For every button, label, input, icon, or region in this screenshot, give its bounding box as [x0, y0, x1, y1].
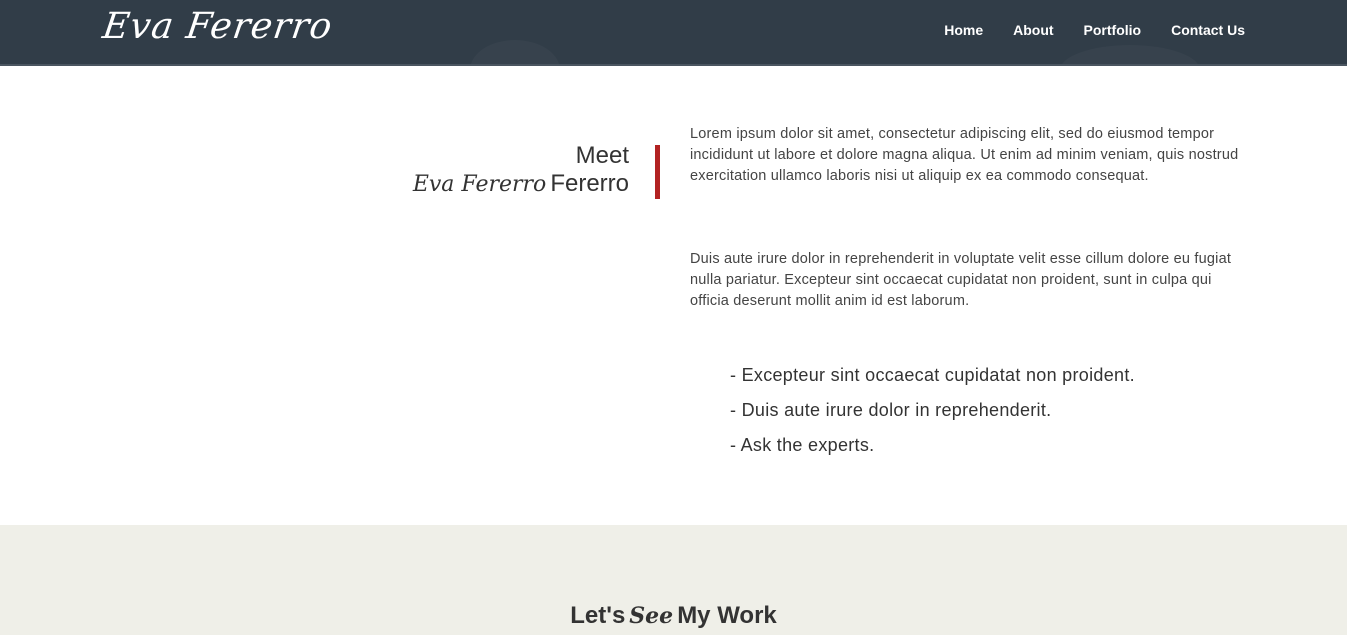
work-title-before: Let's [570, 602, 626, 629]
header-background-decoration [470, 40, 560, 64]
about-paragraph-2: Duis aute irure dolor in reprehenderit i… [690, 251, 1232, 309]
heading-accent-bar [655, 145, 660, 199]
site-header: Eva Fererro Home About Portfolio Contact… [0, 0, 1347, 66]
list-item: - Excepteur sint occaecat cupidatat non … [730, 365, 1135, 385]
nav-home-link[interactable]: Home [944, 22, 983, 38]
work-title-script: See [629, 603, 674, 629]
about-section: Meet Eva Fererro Fererro Lorem ipsum dolo… [0, 66, 1347, 525]
list-item: - Ask the experts. [730, 435, 875, 455]
about-heading-name-plain: Fererro [550, 170, 629, 197]
about-heading: Meet Eva Fererro Fererro [413, 142, 629, 199]
about-heading-name: Eva Fererro Fererro [413, 170, 629, 199]
about-highlights-list: - Excepteur sint occaecat cupidatat non … [730, 358, 1135, 463]
about-paragraph-1: Lorem ipsum dolor sit amet, consectetur … [690, 126, 1239, 184]
header-background-decoration [1060, 45, 1200, 64]
about-heading-meet: Meet [575, 142, 629, 169]
main-nav: Home About Portfolio Contact Us [944, 22, 1245, 38]
work-title-after: My Work [677, 602, 777, 629]
nav-contact-link[interactable]: Contact Us [1171, 22, 1245, 38]
site-logo[interactable]: Eva Fererro [100, 6, 335, 47]
work-section-title: Let's See My Work [0, 602, 1347, 630]
about-heading-name-script: Eva Fererro [412, 172, 547, 197]
work-section: Let's See My Work [0, 525, 1347, 635]
list-item: - Duis aute irure dolor in reprehenderit… [730, 400, 1052, 420]
nav-about-link[interactable]: About [1013, 22, 1053, 38]
nav-portfolio-link[interactable]: Portfolio [1084, 22, 1142, 38]
